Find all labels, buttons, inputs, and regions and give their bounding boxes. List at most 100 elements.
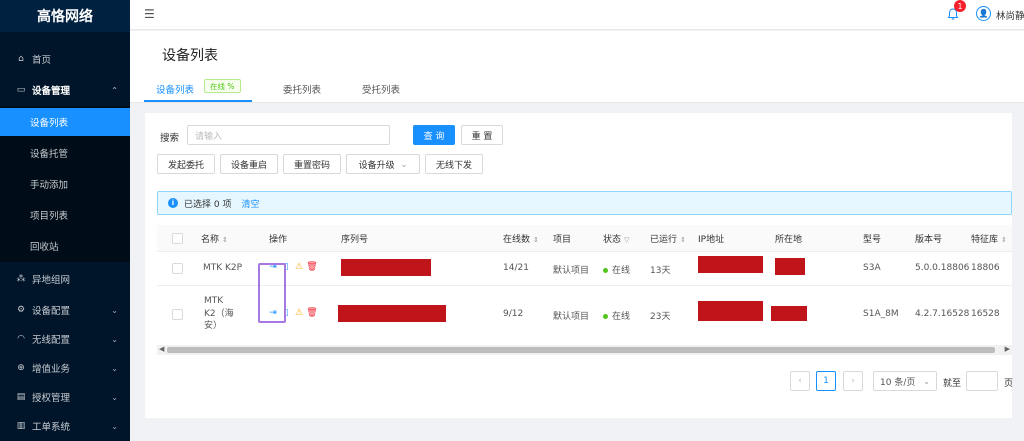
col-version: 版本号: [915, 235, 943, 245]
goto-label: 就至: [943, 379, 962, 389]
reset-button[interactable]: 重 置: [461, 125, 503, 145]
redacted-serial: [341, 259, 431, 276]
brand-logo: 高恪网络: [0, 0, 130, 32]
sidebar-subitem-recycle-bin[interactable]: 回收站: [0, 232, 130, 260]
sidebar-subitem-device-hosting[interactable]: 设备托管: [0, 139, 130, 167]
warning-icon[interactable]: ⚠: [294, 262, 304, 272]
sidebar-item-value-added[interactable]: ⊕ 增值业务 ⌄: [0, 354, 130, 382]
gear-icon: ⚙: [16, 305, 26, 315]
network-icon: ⁂: [16, 274, 26, 284]
scrollbar-thumb[interactable]: [167, 347, 995, 353]
redacted-ip: [698, 256, 763, 273]
tab-device-list[interactable]: 设备列表: [156, 82, 194, 96]
col-serial: 序列号: [341, 235, 369, 245]
username[interactable]: 林尚静: [996, 8, 1024, 22]
prev-page-button[interactable]: ‹: [790, 371, 810, 391]
chevron-down-icon: ⌄: [111, 334, 118, 344]
online-dot: [603, 268, 608, 273]
horizontal-scrollbar[interactable]: ◀ ▶: [157, 345, 1012, 355]
user-avatar-icon[interactable]: 👤: [976, 6, 991, 21]
sidebar-item-home[interactable]: ⌂ 首页: [0, 45, 130, 73]
selection-text: 已选择 0 项: [184, 199, 232, 210]
ticket-icon: ▥: [16, 421, 26, 431]
upgrade-dropdown[interactable]: 设备升级 ⌄: [346, 154, 420, 174]
select-all-checkbox[interactable]: [172, 233, 183, 244]
highlight-annotation: [258, 263, 286, 323]
home-icon: ⌂: [18, 54, 24, 64]
col-feature[interactable]: 特征库 ⇕: [971, 232, 1007, 245]
chevron-down-icon: ⌄: [111, 421, 118, 431]
chevron-down-icon: ⌄: [111, 363, 118, 373]
sort-icon: ⇕: [222, 236, 228, 244]
sidebar-item-label: 异地组网: [32, 275, 71, 286]
sidebar-subitem-manual-add[interactable]: 手动添加: [0, 170, 130, 198]
col-uptime[interactable]: 已运行 ⇕: [650, 232, 686, 245]
sidebar-item-label: 设备管理: [32, 86, 71, 97]
sort-icon: ⇕: [680, 236, 686, 244]
wireless-push-button[interactable]: 无线下发: [425, 154, 483, 174]
sidebar-item-ticket[interactable]: ▥ 工单系统 ⌄: [0, 412, 130, 440]
online-tag: 在线 %: [204, 79, 241, 93]
sidebar-subitem-project-list[interactable]: 项目列表: [0, 201, 130, 229]
filter-icon: ▽: [624, 236, 630, 244]
restart-button[interactable]: 设备重启: [220, 154, 278, 174]
row-checkbox[interactable]: [172, 263, 183, 274]
notification-badge: 1: [954, 0, 966, 12]
content-card: 搜索 请输入 查 询 重 置 发起委托 设备重启 重置密码 设备升级 ⌄ 无线下…: [145, 113, 1014, 418]
menu-fold-icon[interactable]: ☰: [144, 7, 155, 21]
sidebar-item-license[interactable]: ▤ 授权管理 ⌄: [0, 383, 130, 411]
query-button[interactable]: 查 询: [413, 125, 455, 145]
redacted-serial: [338, 305, 446, 322]
sidebar-item-label: 授权管理: [32, 393, 71, 404]
search-label: 搜索: [160, 133, 180, 144]
col-status[interactable]: 状态 ▽: [603, 232, 629, 245]
device-name: MTK K2P: [203, 263, 243, 273]
search-input[interactable]: 请输入: [187, 125, 390, 145]
submenu: 设备列表 设备托管 手动添加 项目列表 回收站: [0, 106, 130, 262]
col-ops: 操作: [269, 235, 288, 245]
page-suffix: 页: [1004, 379, 1014, 389]
col-name[interactable]: 名称 ⇕: [201, 232, 228, 245]
reset-password-button[interactable]: 重置密码: [283, 154, 341, 174]
info-icon: i: [168, 198, 178, 208]
feature-lib: 18806: [971, 263, 1000, 273]
desktop-icon: ▭: [16, 85, 26, 95]
row-checkbox[interactable]: [172, 309, 183, 320]
sidebar-item-wireless-config[interactable]: ◠ 无线配置 ⌄: [0, 325, 130, 353]
sidebar-item-label: 无线配置: [32, 335, 71, 346]
clear-selection-link[interactable]: 清空: [241, 197, 259, 210]
sidebar-item-label: 首页: [32, 55, 52, 66]
online-dot: [603, 314, 608, 319]
sidebar-subitem-device-list[interactable]: 设备列表: [0, 108, 130, 136]
col-location: 所在地: [775, 235, 803, 245]
warning-icon[interactable]: ⚠: [294, 308, 304, 318]
version: 4.2.7.16528: [915, 309, 970, 319]
online-count: 9/12: [503, 309, 524, 319]
col-model: 型号: [863, 235, 882, 245]
scroll-right-icon[interactable]: ▶: [1005, 345, 1010, 353]
delete-icon[interactable]: 🗑: [306, 262, 317, 272]
sidebar-item-device-management[interactable]: ▭ 设备管理 ⌃: [0, 76, 130, 104]
tab-delegated-list[interactable]: 委托列表: [283, 82, 321, 96]
chevron-right-icon: ›: [851, 376, 855, 386]
redacted-ip: [698, 301, 763, 321]
sort-icon: ⇕: [533, 236, 539, 244]
page-1[interactable]: 1: [816, 371, 836, 391]
redacted-location: [775, 258, 805, 275]
col-project: 项目: [553, 235, 572, 245]
scroll-left-icon[interactable]: ◀: [159, 345, 164, 353]
sidebar-item-remote-network[interactable]: ⁂ 异地组网: [0, 265, 130, 293]
redacted-location: [771, 306, 807, 321]
goto-page-input[interactable]: [966, 371, 998, 391]
next-page-button[interactable]: ›: [843, 371, 863, 391]
delegate-button[interactable]: 发起委托: [157, 154, 215, 174]
upgrade-label: 设备升级: [358, 160, 395, 171]
tab-received-list[interactable]: 受托列表: [362, 82, 400, 96]
page-size-select[interactable]: 10 条/页 ⌄: [873, 371, 937, 391]
sidebar-item-device-config[interactable]: ⚙ 设备配置 ⌄: [0, 296, 130, 324]
delete-icon[interactable]: 🗑: [306, 308, 317, 318]
col-online[interactable]: 在线数 ⇕: [503, 232, 539, 245]
id-card-icon: ▤: [16, 392, 26, 402]
device-name: MTK K2（海 安）: [204, 296, 234, 331]
top-header: ☰ 1 👤 林尚静: [130, 0, 1024, 30]
